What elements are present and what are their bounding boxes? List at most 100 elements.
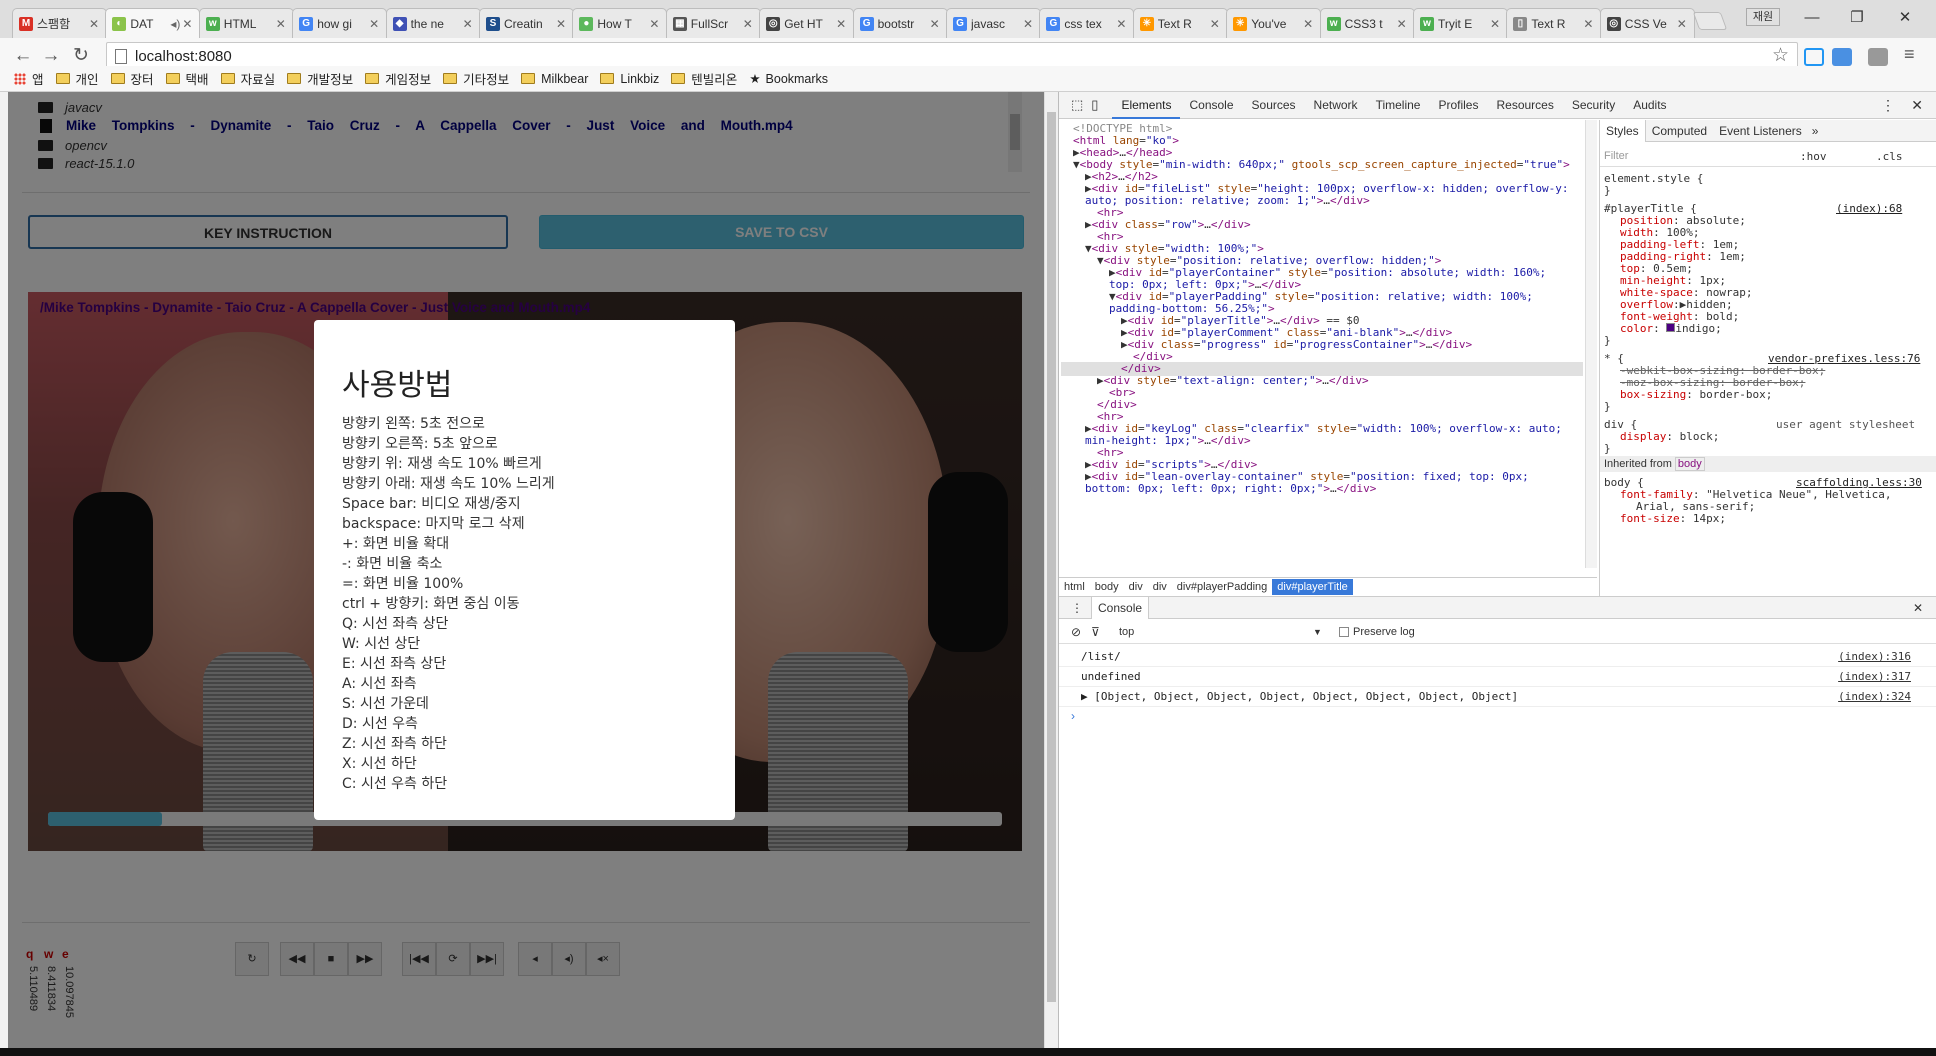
tab-close-icon[interactable]: ✕ [835, 17, 847, 31]
styles-sidebar-tab[interactable]: Computed [1646, 124, 1713, 138]
device-toolbar-icon[interactable]: ▯ [1091, 97, 1098, 113]
tab-close-icon[interactable]: ✕ [88, 17, 100, 31]
devtools-tab[interactable]: Timeline [1367, 92, 1430, 119]
cls-toggle[interactable]: .cls [1876, 150, 1903, 163]
bookmark-item[interactable]: Linkbiz [600, 72, 659, 86]
browser-tab[interactable]: ✳ You've ✕ [1226, 8, 1322, 38]
tab-close-icon[interactable]: ✕ [1209, 17, 1221, 31]
bookmark-item[interactable]: 장터 [110, 69, 154, 88]
audio-icon[interactable]: ◂) [169, 17, 181, 31]
browser-tab[interactable]: ◆ the ne ✕ [385, 8, 481, 38]
console-tab[interactable]: Console [1091, 597, 1150, 619]
bookmark-item[interactable]: 기타정보 [443, 69, 509, 88]
bookmark-item[interactable]: 택배 [165, 69, 209, 88]
filter-icon[interactable]: ⊽ [1091, 620, 1100, 644]
bookmark-item[interactable]: 게임정보 [365, 69, 431, 88]
console-source-link[interactable]: (index):324 [1838, 687, 1911, 706]
browser-tab[interactable]: w CSS3 t ✕ [1319, 8, 1415, 38]
browser-tab[interactable]: ▯ Text R ✕ [1506, 8, 1602, 38]
minimize-button[interactable]: — [1800, 8, 1824, 28]
browser-tab[interactable]: Gjavasc ✕ [946, 8, 1041, 38]
browser-tab[interactable]: ◎ Get HT ✕ [759, 8, 855, 38]
browser-tab[interactable]: ✳ Text R ✕ [1132, 8, 1228, 38]
breadcrumb-item[interactable]: div [1148, 581, 1172, 593]
tab-close-icon[interactable]: ✕ [929, 17, 941, 31]
devtools-tab[interactable]: Sources [1243, 92, 1305, 119]
back-arrow-icon[interactable]: ← [12, 46, 34, 68]
devtools-tab[interactable]: Network [1305, 92, 1367, 119]
console-prompt[interactable]: › [1071, 709, 1075, 723]
tab-close-icon[interactable]: ✕ [1582, 17, 1594, 31]
devtools-tab[interactable]: Console [1180, 92, 1242, 119]
close-devtools-icon[interactable]: ✕ [1911, 97, 1923, 114]
tab-close-icon[interactable]: ✕ [1489, 17, 1501, 31]
browser-tab[interactable]: S Creatin ✕ [479, 8, 574, 38]
tab-close-icon[interactable]: ✕ [368, 17, 380, 31]
styles-sidebar-tab[interactable]: Event Listeners [1713, 124, 1808, 138]
devtools-tab[interactable]: Audits [1624, 92, 1675, 119]
tab-close-icon[interactable]: ✕ [1302, 17, 1314, 31]
menu-icon[interactable]: ≡ [1904, 44, 1915, 65]
browser-tab[interactable]: ◎ CSS Ve ✕ [1599, 8, 1695, 38]
reload-icon[interactable]: ↻ [70, 46, 92, 68]
console-source-link[interactable]: (index):317 [1838, 667, 1911, 686]
bookmark-item[interactable]: 텐빌리온 [671, 69, 737, 88]
tab-close-icon[interactable]: ✕ [181, 17, 193, 31]
console-source-link[interactable]: (index):316 [1838, 647, 1911, 666]
preserve-log-checkbox[interactable] [1339, 627, 1349, 637]
elements-scrollbar[interactable] [1585, 120, 1597, 568]
console-menu-icon[interactable]: ⋮ [1071, 597, 1083, 619]
browser-tab[interactable]: ▦ FullScr ✕ [665, 8, 761, 38]
forward-arrow-icon[interactable]: → [40, 46, 62, 68]
tab-close-icon[interactable]: ✕ [742, 17, 754, 31]
tab-close-icon[interactable]: ✕ [555, 17, 567, 31]
maximize-button[interactable]: ❐ [1845, 8, 1869, 28]
context-dropdown-icon[interactable]: ▼ [1313, 620, 1322, 644]
tab-close-icon[interactable]: ✕ [275, 17, 287, 31]
profile-badge[interactable]: 재원 [1746, 8, 1780, 26]
bookmark-item[interactable]: 앱 [14, 69, 44, 88]
context-select[interactable]: top [1119, 620, 1134, 644]
new-tab-button[interactable] [1692, 12, 1728, 30]
tab-close-icon[interactable]: ✕ [1022, 17, 1034, 31]
page-scrollbar[interactable] [1044, 92, 1058, 1052]
extension-icon[interactable] [1832, 48, 1852, 66]
devtools-tab[interactable]: Profiles [1429, 92, 1487, 119]
screen-capture-extension-icon[interactable] [1804, 48, 1824, 66]
styles-sidebar-tab[interactable]: Styles [1600, 120, 1646, 142]
bookmark-item[interactable]: 자료실 [220, 69, 275, 88]
breadcrumb-item[interactable]: div [1124, 581, 1148, 593]
breadcrumb-item[interactable]: div#playerPadding [1172, 581, 1273, 593]
browser-tab[interactable]: Gbootstr ✕ [852, 8, 948, 38]
tab-close-icon[interactable]: ✕ [1115, 17, 1127, 31]
elements-tree[interactable]: <!DOCTYPE html> <html lang="ko"> ▶<head>… [1061, 120, 1583, 568]
tab-close-icon[interactable]: ✕ [462, 17, 474, 31]
devtools-tab[interactable]: Security [1563, 92, 1624, 119]
styles-filter[interactable]: Filter [1604, 150, 1628, 162]
tab-close-icon[interactable]: ✕ [1396, 17, 1408, 31]
browser-tab[interactable]: ◐ DAT ◂) ✕ [105, 8, 201, 38]
close-window-button[interactable]: ✕ [1893, 8, 1917, 28]
bookmark-item[interactable]: 개발정보 [287, 69, 353, 88]
clear-console-icon[interactable]: ⊘ [1071, 620, 1081, 644]
browser-tab[interactable]: w Tryit E ✕ [1413, 8, 1508, 38]
inspect-element-icon[interactable]: ⬚ [1071, 97, 1083, 113]
extension-icon-2[interactable] [1868, 48, 1888, 66]
tab-close-icon[interactable]: ✕ [1676, 17, 1688, 31]
breadcrumb-item[interactable]: html [1059, 581, 1090, 593]
close-console-icon[interactable]: ✕ [1913, 597, 1923, 619]
devtools-tab[interactable]: Resources [1487, 92, 1562, 119]
browser-tab[interactable]: ● How T ✕ [572, 8, 668, 38]
breadcrumb-item[interactable]: div#playerTitle [1272, 578, 1353, 595]
browser-tab[interactable]: Ghow gi ✕ [292, 8, 388, 38]
tab-close-icon[interactable]: ✕ [648, 17, 660, 31]
browser-tab[interactable]: M 스팸함 ✕ [12, 8, 107, 38]
devtools-menu-icon[interactable]: ⋮ [1881, 97, 1895, 114]
bookmark-item[interactable]: ★ Bookmarks [749, 71, 828, 87]
bookmark-item[interactable]: 개인 [55, 69, 99, 88]
hov-toggle[interactable]: :hov [1800, 150, 1827, 163]
browser-tab[interactable]: w HTML ✕ [198, 8, 294, 38]
browser-tab[interactable]: Gcss tex ✕ [1039, 8, 1135, 38]
breadcrumb-item[interactable]: body [1090, 581, 1124, 593]
bookmark-item[interactable]: Milkbear [521, 72, 588, 86]
